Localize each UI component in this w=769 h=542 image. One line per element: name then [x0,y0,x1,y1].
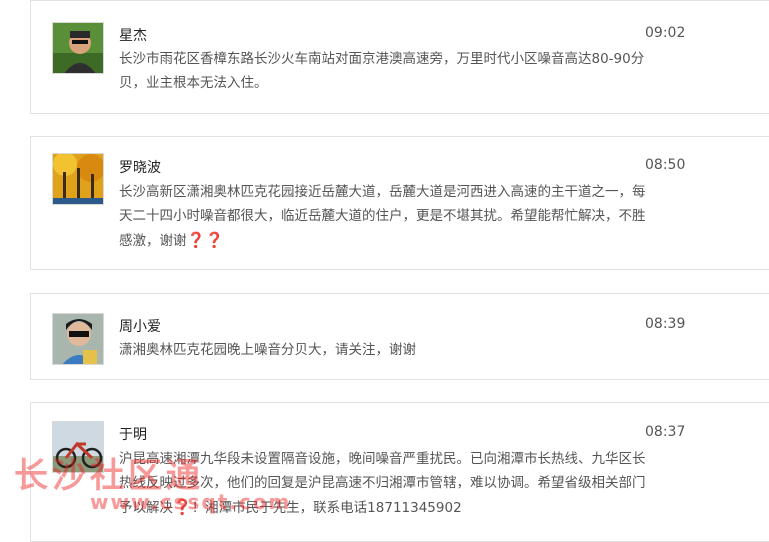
comment-text: 长沙高新区潇湘奥林匹克花园接近岳麓大道，岳麓大道是河西进入高速的主干道之一，每天… [119,180,649,253]
avatar[interactable] [52,313,104,365]
comment-time: 08:37 [645,424,686,440]
question-mark-icon: ❓❓ [186,231,224,249]
comment-card: 罗晓波 08:50 长沙高新区潇湘奥林匹克花园接近岳麓大道，岳麓大道是河西进入高… [30,136,769,270]
comment-card: 周小爱 08:39 潇湘奥林匹克花园晚上噪音分贝大，请关注，谢谢 [30,293,769,380]
watermark-url: www.cssqt.com [90,490,292,514]
avatar[interactable] [52,153,104,205]
comment-text: 潇湘奥林匹克花园晚上噪音分贝大，请关注，谢谢 [119,342,416,358]
comment-author[interactable]: 于明 [119,424,147,444]
comment-card: 星杰 09:02 长沙市雨花区香樟东路长沙火车南站对面京港澳高速旁，万里时代小区… [30,0,769,114]
comment-author[interactable]: 周小爱 [119,316,161,336]
comment-text: 长沙市雨花区香樟东路长沙火车南站对面京港澳高速旁，万里时代小区噪音高达80-90… [119,51,645,91]
comment-time: 08:50 [645,157,686,173]
avatar[interactable] [52,22,104,74]
comment-author[interactable]: 星杰 [119,25,147,45]
comment-author[interactable]: 罗晓波 [119,157,161,177]
comment-time: 09:02 [645,25,686,41]
comment-time: 08:39 [645,316,686,332]
